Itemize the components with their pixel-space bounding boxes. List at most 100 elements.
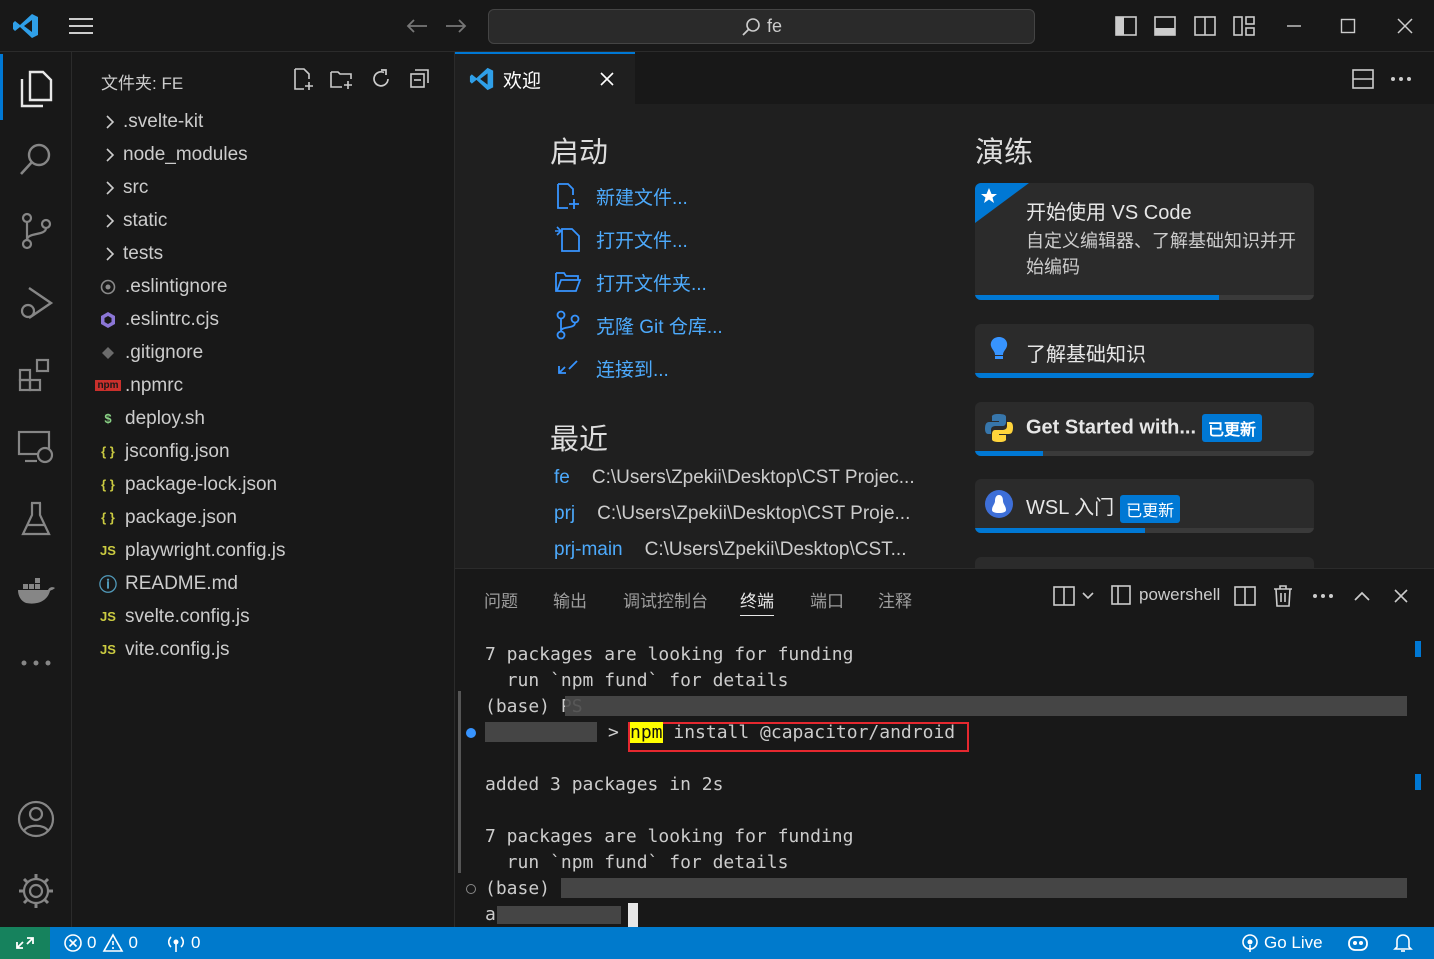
- toggle-panel-icon[interactable]: [1150, 11, 1180, 41]
- start-item[interactable]: 新建文件...: [552, 179, 688, 213]
- file-row[interactable]: npm .npmrc: [72, 369, 454, 402]
- start-item[interactable]: 连接到...: [552, 351, 669, 385]
- panel-tab[interactable]: 终端: [740, 587, 774, 616]
- toggle-primary-sidebar-icon[interactable]: [1111, 11, 1141, 41]
- tab-label: 欢迎: [503, 70, 542, 92]
- copilot-icon[interactable]: [1347, 927, 1369, 959]
- maximize-panel-icon[interactable]: [1347, 581, 1377, 611]
- docker-icon[interactable]: [0, 559, 72, 623]
- tab-welcome[interactable]: 欢迎: [455, 52, 635, 104]
- panel-tab[interactable]: 问题: [484, 587, 518, 612]
- tab-close-icon[interactable]: [599, 71, 615, 87]
- file-row[interactable]: { } package-lock.json: [72, 468, 454, 501]
- more-icon[interactable]: [0, 631, 72, 695]
- testing-icon[interactable]: [0, 487, 72, 551]
- js-icon: JS: [94, 609, 122, 624]
- folder-row[interactable]: tests: [72, 237, 454, 270]
- terminal-gutter: [458, 691, 461, 873]
- terminal-selector[interactable]: powershell: [1111, 585, 1220, 605]
- updated-badge: 已更新: [1202, 414, 1263, 442]
- recent-item[interactable]: fe C:\Users\Zpekii\Desktop\CST Projec...: [554, 464, 915, 492]
- notification-bell-icon[interactable]: [1393, 927, 1413, 959]
- manage-gear-icon[interactable]: [0, 859, 72, 923]
- redacted-path: [565, 696, 1407, 716]
- maximize-icon[interactable]: [1333, 11, 1363, 41]
- run-debug-icon[interactable]: [0, 271, 72, 335]
- source-control-icon[interactable]: [0, 199, 72, 263]
- ports-indicator[interactable]: 0: [165, 927, 200, 959]
- terminal-line: a: [485, 904, 496, 925]
- start-item-label: 克隆 Git 仓库...: [596, 316, 723, 338]
- folder-row[interactable]: src: [72, 171, 454, 204]
- command-npm: npm: [630, 722, 663, 743]
- minimize-icon[interactable]: [1279, 11, 1309, 41]
- panel-tab[interactable]: 调试控制台: [623, 587, 708, 612]
- python-icon: [985, 414, 1013, 442]
- start-item-label: 连接到...: [596, 359, 669, 381]
- new-folder-icon[interactable]: [327, 64, 357, 94]
- walkthrough-card-vscode[interactable]: 开始使用 VS Code 自定义编辑器、了解基础知识并开始编码: [975, 183, 1314, 300]
- extensions-icon[interactable]: [0, 343, 72, 407]
- panel-tab[interactable]: 输出: [553, 587, 587, 612]
- search-icon[interactable]: [0, 127, 72, 191]
- remote-explorer-icon[interactable]: [0, 415, 72, 479]
- start-item[interactable]: 克隆 Git 仓库...: [552, 308, 723, 342]
- chevron-down-icon[interactable]: [1073, 581, 1103, 611]
- folder-row[interactable]: static: [72, 204, 454, 237]
- walkthrough-card-wsl[interactable]: WSL 入门 已更新: [975, 479, 1314, 533]
- open-folder-icon: [552, 270, 584, 294]
- command-center-search[interactable]: fe: [488, 9, 1035, 44]
- customize-layout-icon[interactable]: [1229, 11, 1259, 41]
- problems-indicator[interactable]: 0 0: [63, 927, 138, 959]
- folder-row[interactable]: .svelte-kit: [72, 105, 454, 138]
- panel-tab[interactable]: 注释: [878, 587, 912, 612]
- file-row[interactable]: .eslintignore: [72, 270, 454, 303]
- file-row[interactable]: JS svelte.config.js: [72, 600, 454, 633]
- more-actions-icon[interactable]: [1386, 64, 1416, 94]
- file-row[interactable]: $ deploy.sh: [72, 402, 454, 435]
- walkthrough-card-python[interactable]: Get Started with... 已更新: [975, 402, 1314, 456]
- menu-icon[interactable]: [66, 11, 96, 41]
- close-icon[interactable]: [1390, 11, 1420, 41]
- walkthrough-card-basics[interactable]: 了解基础知识: [975, 324, 1314, 378]
- explorer-icon[interactable]: [0, 56, 72, 120]
- file-row[interactable]: { } package.json: [72, 501, 454, 534]
- terminal-line: added 3 packages in 2s: [485, 774, 724, 795]
- folder-row[interactable]: node_modules: [72, 138, 454, 171]
- recent-item[interactable]: prj-main C:\Users\Zpekii\Desktop\CST...: [554, 536, 906, 564]
- status-bar: 0 0 0 Go Live: [0, 927, 1434, 959]
- eslint-icon: [94, 311, 122, 329]
- explorer-title: 文件夹: FE: [101, 74, 184, 93]
- file-row[interactable]: { } jsconfig.json: [72, 435, 454, 468]
- toggle-secondary-sidebar-icon[interactable]: [1190, 11, 1220, 41]
- file-row[interactable]: .eslintrc.cjs: [72, 303, 454, 336]
- star-ribbon-icon: [975, 183, 1029, 223]
- start-item[interactable]: 打开文件...: [552, 222, 688, 256]
- file-row[interactable]: JS playwright.config.js: [72, 534, 454, 567]
- account-icon[interactable]: [0, 787, 72, 851]
- walkthrough-card-partial[interactable]: [975, 557, 1314, 568]
- close-panel-icon[interactable]: [1386, 581, 1416, 611]
- go-live-button[interactable]: Go Live: [1241, 927, 1323, 959]
- back-arrow-icon[interactable]: [402, 11, 432, 41]
- file-label: .eslintrc.cjs: [125, 308, 219, 330]
- file-row[interactable]: ⓘ README.md: [72, 567, 454, 600]
- more-icon[interactable]: [1308, 581, 1338, 611]
- start-item[interactable]: 打开文件夹...: [552, 265, 707, 299]
- file-row[interactable]: .gitignore: [72, 336, 454, 369]
- chevron-right-icon: [100, 114, 120, 130]
- new-file-icon: [552, 182, 584, 210]
- new-file-icon[interactable]: [288, 64, 318, 94]
- file-row[interactable]: JS vite.config.js: [72, 633, 454, 666]
- recent-item[interactable]: prj C:\Users\Zpekii\Desktop\CST Proje...: [554, 500, 910, 528]
- panel-tab[interactable]: 端口: [810, 587, 844, 612]
- walkthrough-title-row: Get Started with... 已更新: [1026, 414, 1263, 442]
- split-terminal-icon[interactable]: [1230, 581, 1260, 611]
- refresh-icon[interactable]: [366, 64, 396, 94]
- trash-icon[interactable]: [1268, 581, 1298, 611]
- split-editor-icon[interactable]: [1348, 64, 1378, 94]
- forward-arrow-icon[interactable]: [441, 11, 471, 41]
- collapse-all-icon[interactable]: [405, 64, 435, 94]
- vscode-logo[interactable]: [11, 11, 41, 41]
- remote-indicator[interactable]: [0, 927, 50, 959]
